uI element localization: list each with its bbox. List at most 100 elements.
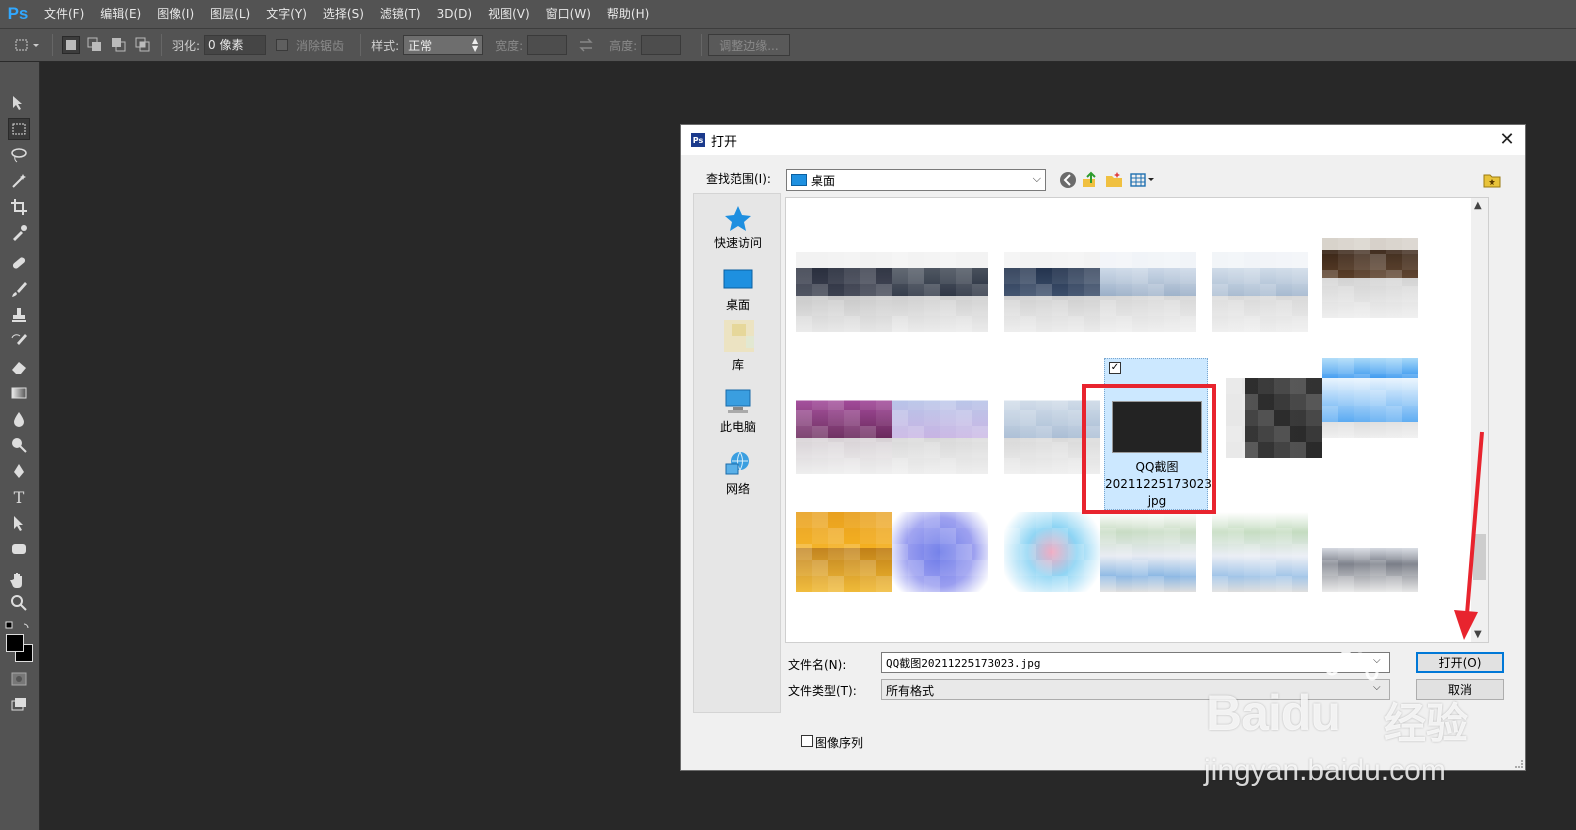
gradient-tool-icon[interactable] — [8, 382, 30, 404]
subtract-selection-icon[interactable] — [110, 36, 128, 54]
place-desktop[interactable]: 桌面 — [694, 266, 782, 313]
mosaic-cell — [860, 512, 876, 528]
mosaic-cell — [844, 394, 860, 410]
file-thumbnail[interactable] — [892, 394, 988, 504]
file-thumbnail[interactable] — [1004, 252, 1100, 362]
file-thumbnail[interactable] — [1212, 252, 1308, 362]
magic-wand-tool-icon[interactable] — [8, 170, 30, 192]
file-thumbnail[interactable] — [892, 512, 988, 622]
eraser-tool-icon[interactable] — [8, 356, 30, 378]
mosaic-cell — [844, 458, 860, 474]
width-input[interactable] — [527, 35, 568, 55]
quick-mask-icon[interactable] — [8, 668, 30, 690]
file-thumbnail[interactable] — [796, 512, 892, 622]
screen-mode-icon[interactable] — [8, 694, 30, 716]
file-thumbnail[interactable] — [1212, 512, 1308, 622]
menu-select[interactable]: 选择(S) — [315, 0, 372, 28]
height-input[interactable] — [641, 35, 682, 55]
image-sequence-checkbox[interactable] — [801, 735, 813, 747]
path-selection-tool-icon[interactable] — [8, 512, 30, 534]
new-selection-icon[interactable] — [62, 36, 80, 54]
history-brush-tool-icon[interactable] — [8, 330, 30, 352]
menu-edit[interactable]: 编辑(E) — [92, 0, 149, 28]
file-thumbnail[interactable] — [1322, 358, 1418, 468]
mosaic-cell — [908, 394, 924, 410]
mosaic-cell — [1244, 576, 1260, 592]
view-menu-icon[interactable] — [1129, 171, 1157, 189]
file-thumbnail[interactable] — [796, 394, 892, 504]
file-thumbnail[interactable] — [1100, 252, 1196, 362]
resize-grip-icon[interactable] — [1515, 760, 1523, 768]
file-thumbnail[interactable] — [1322, 512, 1418, 622]
close-icon[interactable]: ✕ — [1495, 128, 1519, 152]
foreground-color-swatch[interactable] — [6, 634, 24, 652]
intersect-selection-icon[interactable] — [134, 36, 152, 54]
pixelated-thumbnail — [1004, 512, 1100, 592]
refine-edge-button[interactable]: 调整边缘... — [708, 34, 790, 56]
place-library[interactable]: 库 — [694, 320, 782, 373]
item-checkbox[interactable]: ✓ — [1109, 362, 1121, 374]
antialias-checkbox[interactable] — [276, 39, 289, 51]
swap-icon[interactable] — [577, 36, 595, 54]
dodge-tool-icon[interactable] — [8, 434, 30, 456]
zoom-tool-icon[interactable] — [8, 592, 30, 614]
place-quick-access[interactable]: 快速访问 — [694, 204, 782, 251]
place-this-pc[interactable]: 此电脑 — [694, 388, 782, 435]
mosaic-cell — [940, 268, 956, 284]
mosaic-cell — [1354, 544, 1370, 560]
menu-view[interactable]: 视图(V) — [480, 0, 538, 28]
place-network[interactable]: 网络 — [694, 450, 782, 497]
move-tool-icon[interactable] — [8, 92, 30, 114]
mosaic-cell — [1290, 426, 1306, 442]
new-folder-icon[interactable] — [1105, 171, 1123, 189]
marquee-preset-icon[interactable] — [13, 36, 39, 54]
menu-help[interactable]: 帮助(H) — [599, 0, 657, 28]
menu-filter[interactable]: 滤镜(T) — [372, 0, 429, 28]
scroll-up-icon[interactable]: ▲ — [1474, 200, 1482, 211]
stamp-tool-icon[interactable] — [8, 304, 30, 326]
menu-file[interactable]: 文件(F) — [36, 0, 92, 28]
menu-layer[interactable]: 图层(L) — [202, 0, 258, 28]
mosaic-cell — [1180, 316, 1196, 332]
mosaic-cell — [1274, 378, 1290, 394]
type-tool-icon[interactable]: T — [8, 486, 30, 508]
file-thumbnail[interactable] — [1322, 238, 1418, 348]
file-thumbnail[interactable] — [1004, 512, 1100, 622]
crop-tool-icon[interactable] — [8, 196, 30, 218]
mosaic-cell — [1338, 544, 1354, 560]
file-thumbnail[interactable] — [796, 252, 892, 362]
folder-star-icon[interactable] — [1483, 171, 1501, 189]
menu-3d[interactable]: 3D(D) — [429, 0, 480, 28]
mosaic-cell — [1036, 442, 1052, 458]
marquee-tool-icon[interactable] — [8, 118, 30, 140]
look-in-select[interactable]: 桌面 ⌵ — [786, 169, 1046, 191]
hand-tool-icon[interactable] — [8, 568, 30, 590]
mosaic-cell — [828, 268, 844, 284]
shape-tool-icon[interactable] — [8, 538, 30, 560]
file-thumbnail[interactable] — [1226, 378, 1322, 488]
mosaic-cell — [1338, 374, 1354, 390]
feather-input[interactable]: 0 像素 — [204, 35, 267, 55]
brush-tool-icon[interactable] — [8, 278, 30, 300]
pen-tool-icon[interactable] — [8, 460, 30, 482]
up-folder-icon[interactable] — [1081, 171, 1099, 189]
file-thumbnail[interactable] — [892, 252, 988, 362]
eyedropper-tool-icon[interactable] — [8, 222, 30, 244]
mosaic-cell — [892, 458, 908, 474]
mosaic-cell — [1338, 358, 1354, 374]
mosaic-cell — [1084, 560, 1100, 576]
menu-image[interactable]: 图像(I) — [149, 0, 202, 28]
menu-type[interactable]: 文字(Y) — [258, 0, 315, 28]
style-select[interactable]: 正常 ▲ ▼ — [403, 35, 484, 55]
back-icon[interactable] — [1059, 171, 1077, 189]
add-selection-icon[interactable] — [86, 36, 104, 54]
menu-window[interactable]: 窗口(W) — [538, 0, 599, 28]
file-list-view[interactable]: ✓ QQ截图 20211225173023. jpg ▲ ▼ — [785, 197, 1489, 643]
file-thumbnail[interactable] — [1100, 512, 1196, 622]
mosaic-cell — [1052, 268, 1068, 284]
blur-tool-icon[interactable] — [8, 408, 30, 430]
lasso-tool-icon[interactable] — [8, 144, 30, 166]
mosaic-cell — [1132, 268, 1148, 284]
healing-brush-tool-icon[interactable] — [8, 252, 30, 274]
mosaic-cell — [1370, 512, 1386, 528]
